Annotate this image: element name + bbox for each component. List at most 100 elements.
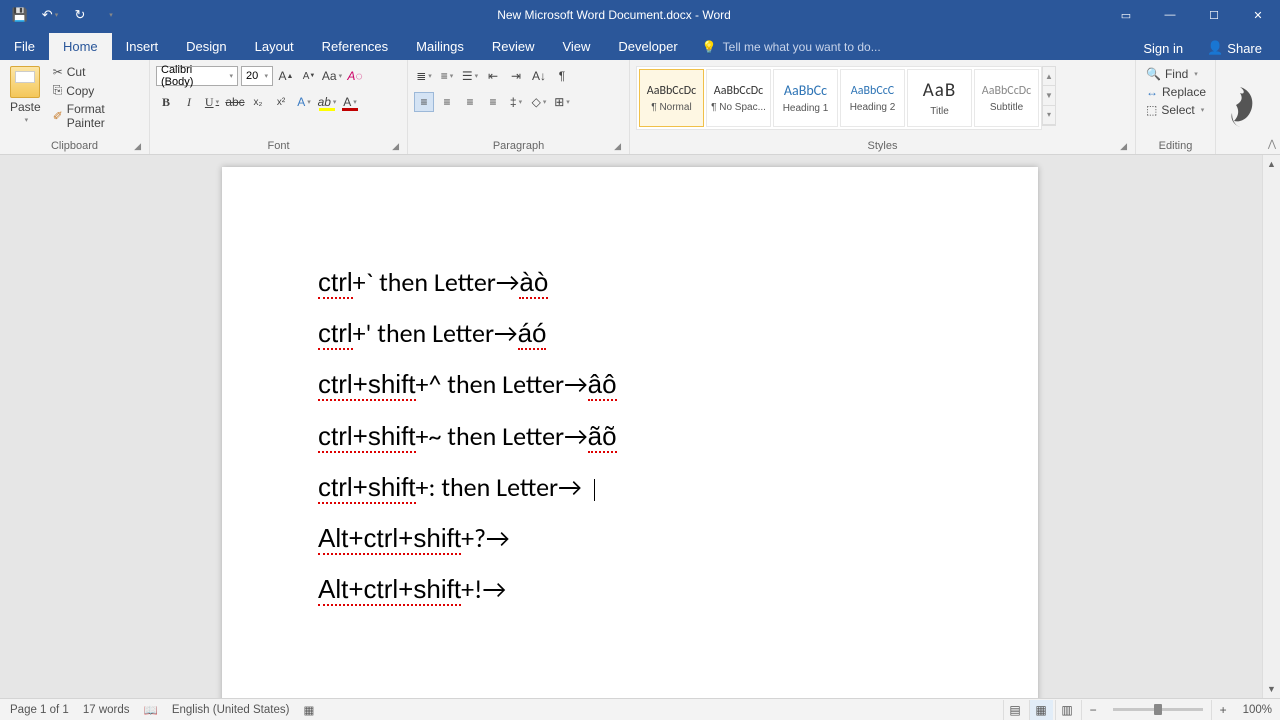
format-painter-button[interactable]: ✐Format Painter [49,101,143,131]
minimize-button[interactable]: — [1148,0,1192,30]
redo-button[interactable]: ↻ [66,2,94,28]
tab-file[interactable]: File [0,33,49,60]
undo-button[interactable]: ↶▾ [36,2,64,28]
grow-font-button[interactable]: A▲ [276,66,296,86]
read-mode-button[interactable]: ▤ [1003,700,1027,720]
share-button[interactable]: 👤Share [1197,36,1272,60]
replace-button[interactable]: ↔Replace [1142,84,1210,100]
increase-indent-button[interactable]: ⇥ [506,66,526,86]
zoom-in-button[interactable]: + [1211,700,1235,720]
tab-developer[interactable]: Developer [604,33,691,60]
cut-button[interactable]: ✂Cut [49,64,143,80]
addin-dragon-icon[interactable] [1216,60,1264,154]
scroll-up[interactable]: ▲ [1263,155,1280,173]
font-launcher[interactable]: ◢ [392,141,399,152]
italic-button[interactable]: I [179,92,199,112]
word-count[interactable]: 17 words [83,704,130,716]
macro-icon[interactable]: ▦ [303,703,314,717]
multilevel-list-button[interactable]: ☰▾ [460,66,480,86]
document-canvas[interactable]: ctrl+` then Letter→àò ctrl+' then Letter→… [0,155,1262,698]
zoom-out-button[interactable]: − [1081,700,1105,720]
copy-button[interactable]: ⎘Copy [49,82,143,99]
style---normal[interactable]: AaBbCcDc¶ Normal [639,69,704,127]
language-status[interactable]: English (United States) [172,704,290,716]
styles-gallery[interactable]: AaBbCcDc¶ NormalAaBbCcDc¶ No Spac...AaBb… [636,66,1042,130]
clear-formatting-button[interactable]: A◌ [345,66,365,86]
proofing-icon[interactable]: 📖 [144,703,158,717]
paste-dropdown[interactable]: ▾ [25,116,29,124]
doc-line[interactable]: ctrl+' then Letter→áó [318,318,942,349]
page[interactable]: ctrl+` then Letter→àò ctrl+' then Letter→… [222,167,1038,698]
sort-button[interactable]: A↓ [529,66,549,86]
close-button[interactable]: ✕ [1236,0,1280,30]
align-left-button[interactable]: ≡ [414,92,434,112]
style---no-spac---[interactable]: AaBbCcDc¶ No Spac... [706,69,771,127]
tab-design[interactable]: Design [172,33,240,60]
superscript-button[interactable]: x² [271,92,291,112]
numbering-button[interactable]: ≡▾ [437,66,457,86]
zoom-slider[interactable] [1113,708,1203,711]
doc-line[interactable]: Alt+ctrl+shift+?→ [318,523,942,554]
save-button[interactable]: 💾 [6,2,34,28]
maximize-button[interactable]: ☐ [1192,0,1236,30]
styles-up[interactable]: ▲ [1043,67,1055,86]
font-name-combo[interactable]: Calibri (Body)▾ [156,66,238,86]
style-heading-1[interactable]: AaBbCcHeading 1 [773,69,838,127]
paragraph-launcher[interactable]: ◢ [614,141,621,152]
text-effects-button[interactable]: A▾ [294,92,314,112]
doc-line[interactable]: Alt+ctrl+shift+!→ [318,574,942,605]
decrease-indent-button[interactable]: ⇤ [483,66,503,86]
shrink-font-button[interactable]: A▼ [299,66,319,86]
styles-launcher[interactable]: ◢ [1120,141,1127,152]
style-heading-2[interactable]: AaBbCcCHeading 2 [840,69,905,127]
scroll-down[interactable]: ▼ [1263,680,1280,698]
borders-button[interactable]: ⊞▾ [552,92,572,112]
page-count[interactable]: Page 1 of 1 [10,704,69,716]
highlight-button[interactable]: ab▾ [317,92,337,112]
line-spacing-button[interactable]: ‡▾ [506,92,526,112]
styles-scroll[interactable]: ▲ ▼ ▾ [1042,66,1056,126]
change-case-button[interactable]: Aa▾ [322,66,342,86]
font-color-button[interactable]: A▾ [340,92,360,112]
underline-button[interactable]: U▾ [202,92,222,112]
vertical-scrollbar[interactable]: ▲ ▼ [1262,155,1280,698]
doc-line[interactable]: ctrl+shift+^ then Letter→âô [318,369,942,400]
font-size-combo[interactable]: 20▾ [241,66,273,86]
tab-review[interactable]: Review [478,33,549,60]
doc-line[interactable]: ctrl+shift+: then Letter→ [318,472,942,503]
paste-icon[interactable] [10,66,40,98]
tab-home[interactable]: Home [49,33,112,60]
ribbon-display-options[interactable]: ▭ [1104,0,1148,30]
tell-me-search[interactable]: 💡Tell me what you want to do... [692,34,891,60]
paste-button[interactable]: Paste [10,100,41,114]
clipboard-launcher[interactable]: ◢ [134,141,141,152]
styles-more[interactable]: ▾ [1043,106,1055,125]
styles-down[interactable]: ▼ [1043,86,1055,105]
doc-line[interactable]: ctrl+` then Letter→àò [318,267,942,298]
find-button[interactable]: 🔍Find▾ [1142,66,1210,82]
doc-line[interactable]: ctrl+shift+~ then Letter→ãõ [318,421,942,452]
tab-view[interactable]: View [548,33,604,60]
tab-layout[interactable]: Layout [241,33,308,60]
bullets-button[interactable]: ≣▾ [414,66,434,86]
sign-in-link[interactable]: Sign in [1133,37,1193,60]
style-subtitle[interactable]: AaBbCcDcSubtitle [974,69,1039,127]
zoom-level[interactable]: 100% [1243,704,1272,716]
print-layout-button[interactable]: ▦ [1029,700,1053,720]
align-right-button[interactable]: ≡ [460,92,480,112]
style-title[interactable]: AaBTitle [907,69,972,127]
collapse-ribbon-button[interactable]: ⋀ [1268,139,1276,150]
bold-button[interactable]: B [156,92,176,112]
tab-references[interactable]: References [308,33,402,60]
shading-button[interactable]: ◇▾ [529,92,549,112]
tab-insert[interactable]: Insert [112,33,173,60]
select-button[interactable]: ⬚Select▾ [1142,102,1210,118]
strikethrough-button[interactable]: abc [225,92,245,112]
align-center-button[interactable]: ≡ [437,92,457,112]
show-hide-button[interactable]: ¶ [552,66,572,86]
web-layout-button[interactable]: ▥ [1055,700,1079,720]
subscript-button[interactable]: x₂ [248,92,268,112]
qat-customize[interactable]: ▾ [96,2,124,28]
tab-mailings[interactable]: Mailings [402,33,478,60]
justify-button[interactable]: ≡ [483,92,503,112]
